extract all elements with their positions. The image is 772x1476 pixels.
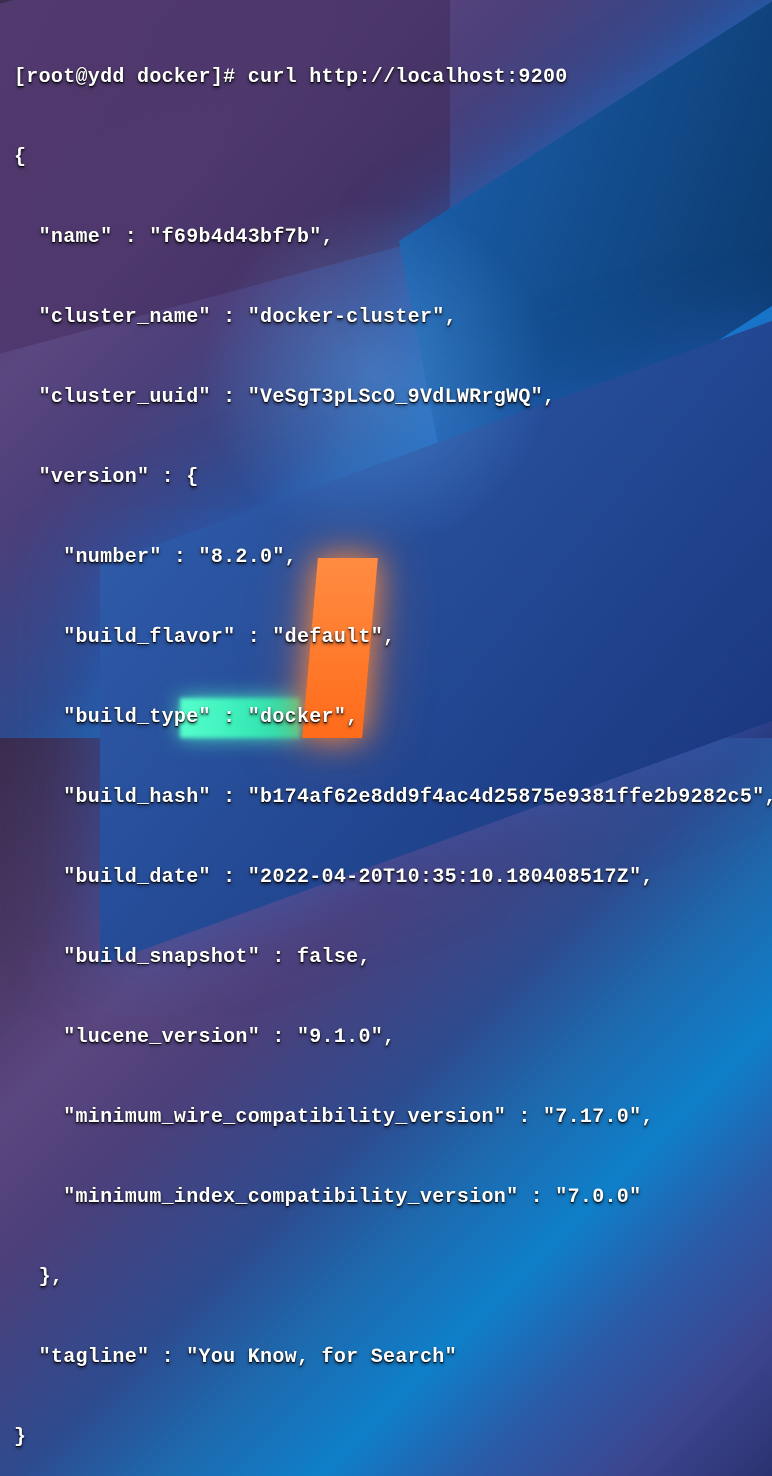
command-line: [root@ydd docker]# curl http://localhost… bbox=[14, 58, 758, 98]
json-tagline-field: "tagline" : "You Know, for Search" bbox=[14, 1338, 758, 1378]
json-lucene-version-field: "lucene_version" : "9.1.0", bbox=[14, 1018, 758, 1058]
json-min-index-field: "minimum_index_compatibility_version" : … bbox=[14, 1178, 758, 1218]
json-open-brace: { bbox=[14, 138, 758, 178]
terminal-output: [root@ydd docker]# curl http://localhost… bbox=[0, 0, 772, 1476]
json-close-brace: } bbox=[14, 1418, 758, 1458]
json-build-flavor-field: "build_flavor" : "default", bbox=[14, 618, 758, 658]
json-number-field: "number" : "8.2.0", bbox=[14, 538, 758, 578]
shell-command: curl http://localhost:9200 bbox=[248, 66, 568, 89]
json-build-date-field: "build_date" : "2022-04-20T10:35:10.1804… bbox=[14, 858, 758, 898]
shell-prompt: [root@ydd docker]# bbox=[14, 66, 248, 89]
json-version-close: }, bbox=[14, 1258, 758, 1298]
json-cluster-uuid-field: "cluster_uuid" : "VeSgT3pLScO_9VdLWRrgWQ… bbox=[14, 378, 758, 418]
json-cluster-name-field: "cluster_name" : "docker-cluster", bbox=[14, 298, 758, 338]
json-version-open: "version" : { bbox=[14, 458, 758, 498]
json-build-hash-field: "build_hash" : "b174af62e8dd9f4ac4d25875… bbox=[14, 778, 758, 818]
json-build-snapshot-field: "build_snapshot" : false, bbox=[14, 938, 758, 978]
json-min-wire-field: "minimum_wire_compatibility_version" : "… bbox=[14, 1098, 758, 1138]
json-build-type-field: "build_type" : "docker", bbox=[14, 698, 758, 738]
json-name-field: "name" : "f69b4d43bf7b", bbox=[14, 218, 758, 258]
